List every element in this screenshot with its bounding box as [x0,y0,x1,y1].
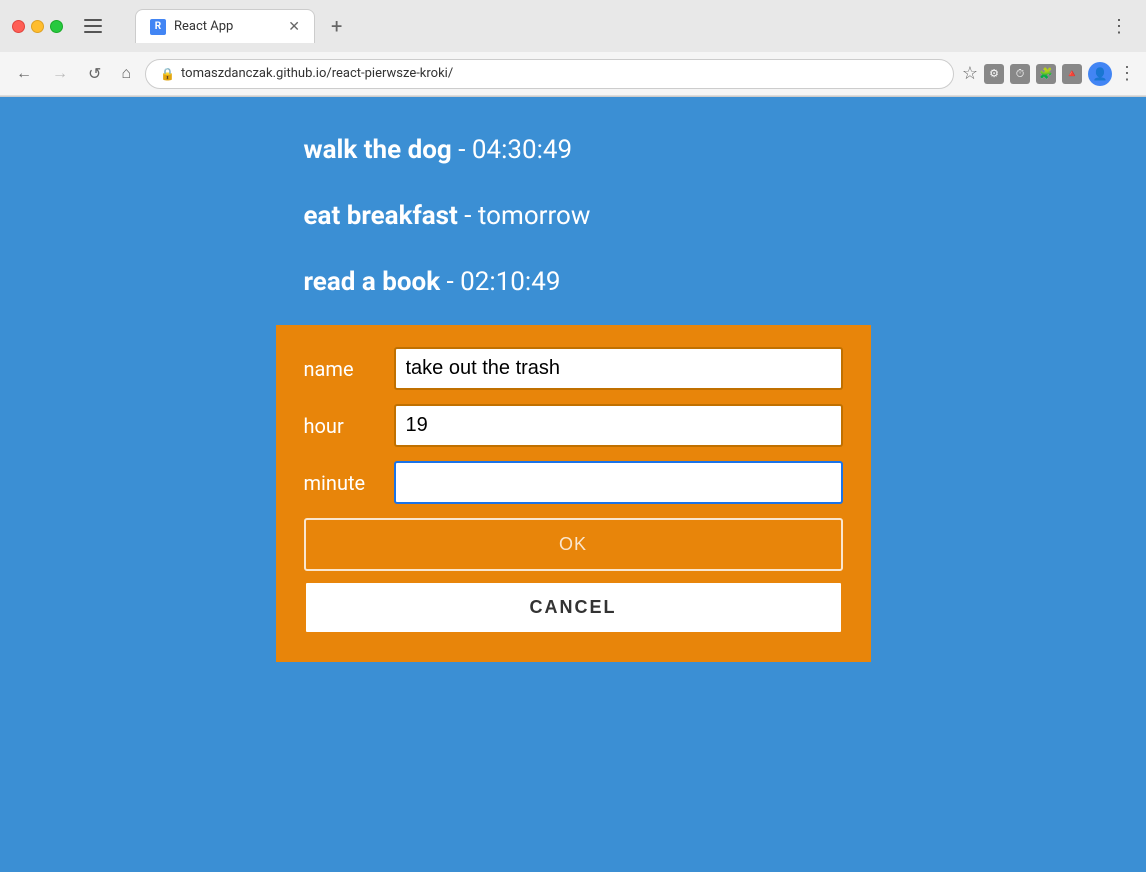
bottom-area [276,662,871,862]
task-time-2: - tomorrow [464,201,590,231]
new-tab-button[interactable]: + [323,12,350,40]
lock-icon: 🔒 [160,67,175,81]
menu-icon[interactable] [81,14,105,38]
task-name-2: eat breakfast [304,201,458,231]
forward-button[interactable]: → [46,61,74,87]
tab-close-icon[interactable]: ✕ [288,19,300,35]
extensions-area: ☆ ⚙ ⏱ 🧩 🔺 👤 ⋮ [962,62,1136,86]
close-button[interactable] [12,20,25,33]
cancel-button[interactable]: CANCEL [304,581,843,634]
name-label: name [304,357,394,381]
active-tab[interactable]: R React App ✕ [135,9,315,43]
form-row-minute: minute [304,461,843,504]
extension-icon-1[interactable]: ⚙ [984,64,1004,84]
tab-title: React App [174,19,233,34]
chrome-menu-icon[interactable]: ⋮ [1118,63,1136,84]
form-row-hour: hour [304,404,843,447]
task-time-3: - 02:10:49 [447,267,561,297]
profile-avatar[interactable]: 👤 [1088,62,1112,86]
ok-button[interactable]: OK [304,518,843,571]
page-content: walk the dog - 04:30:49 eat breakfast - … [0,97,1146,872]
list-item: read a book - 02:10:49 [304,249,843,315]
name-input[interactable] [394,347,843,390]
traffic-lights [12,20,63,33]
url-text: tomaszdanczak.github.io/react-pierwsze-k… [181,66,453,81]
extension-icon-2[interactable]: ⏱ [1010,64,1030,84]
tab-favicon: R [150,19,166,35]
app-container: walk the dog - 04:30:49 eat breakfast - … [276,97,871,872]
list-item: walk the dog - 04:30:49 [304,117,843,183]
extension-icon-4[interactable]: 🔺 [1062,64,1082,84]
tab-bar: R React App ✕ + [135,9,1094,43]
list-item: eat breakfast - tomorrow [304,183,843,249]
nav-bar: ← → ↺ ⌂ 🔒 tomaszdanczak.github.io/react-… [0,52,1146,96]
form-row-name: name [304,347,843,390]
maximize-button[interactable] [50,20,63,33]
hour-label: hour [304,414,394,438]
home-button[interactable]: ⌂ [115,61,137,87]
task-time-1: - 04:30:49 [458,135,572,165]
task-list: walk the dog - 04:30:49 eat breakfast - … [276,97,871,325]
extension-icon-3[interactable]: 🧩 [1036,64,1056,84]
browser-chrome: R React App ✕ + ⋮ ← → ↺ ⌂ 🔒 tomaszdancza… [0,0,1146,97]
reload-button[interactable]: ↺ [82,60,107,88]
back-button[interactable]: ← [10,61,38,87]
minute-label: minute [304,471,394,495]
hour-input[interactable] [394,404,843,447]
task-name-3: read a book [304,267,441,297]
form-area: name hour minute OK CANCEL [276,325,871,662]
minimize-button[interactable] [31,20,44,33]
bookmark-icon[interactable]: ☆ [962,63,978,84]
minute-input[interactable] [394,461,843,504]
task-name-1: walk the dog [304,135,452,165]
address-bar[interactable]: 🔒 tomaszdanczak.github.io/react-pierwsze… [145,59,954,89]
title-bar: R React App ✕ + ⋮ [0,0,1146,52]
browser-menu-button[interactable]: ⋮ [1104,12,1134,41]
